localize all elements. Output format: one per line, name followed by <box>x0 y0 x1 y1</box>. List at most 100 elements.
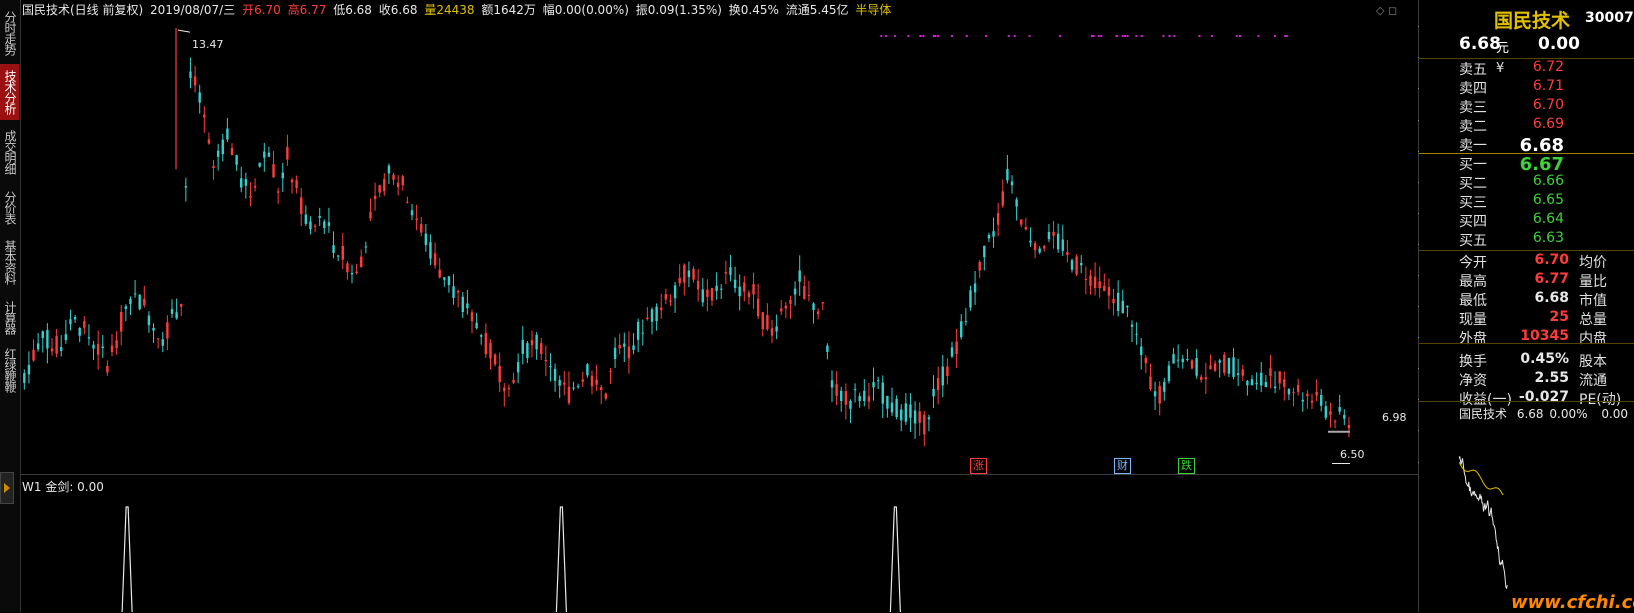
candle-body <box>775 326 778 332</box>
order-label: 卖三 <box>1459 100 1487 116</box>
candle-body <box>1329 411 1332 415</box>
candle-body <box>789 299 792 304</box>
candle-body <box>1227 358 1231 374</box>
candle-body <box>129 298 132 304</box>
candle-body <box>678 277 681 284</box>
candle-body <box>1310 400 1314 403</box>
candle-body <box>1056 233 1060 250</box>
candle-body <box>743 282 746 292</box>
candle-body <box>355 271 358 274</box>
pane-divider <box>20 474 1418 475</box>
candle-body <box>521 339 524 354</box>
candle-body <box>576 386 580 388</box>
candle-body <box>1200 376 1203 380</box>
order-price: 6.64 <box>1532 211 1564 227</box>
candle-body <box>1038 248 1041 253</box>
candle-body <box>826 345 829 352</box>
stat-label-2: 股本 <box>1579 354 1607 370</box>
candle-body <box>147 315 151 326</box>
stat-label-2: 量比 <box>1579 274 1607 290</box>
candle-body <box>1135 333 1138 335</box>
candle-body <box>1112 298 1115 304</box>
ask-row-5[interactable]: 卖五 6.72 <box>1419 59 1634 79</box>
tab-time-sharing[interactable]: 分时走势 <box>0 8 19 58</box>
candle-body <box>886 395 889 409</box>
current-price: 6.68 <box>1459 34 1501 54</box>
candle-body <box>683 264 686 283</box>
bid-row-4[interactable]: 买四 6.64 <box>1419 211 1634 231</box>
candle-body <box>535 334 538 350</box>
bid-row-5[interactable]: 买五 6.63 <box>1419 230 1634 250</box>
candle-body <box>32 349 35 361</box>
tab-red-green[interactable]: 红绿鞭鞭 <box>0 344 19 396</box>
candle-body <box>240 178 243 188</box>
mini-intraday-chart[interactable] <box>1459 422 1634 612</box>
candle-body <box>216 150 220 157</box>
tab-price-table[interactable]: 分价表 <box>0 186 19 228</box>
stat-value: 25 <box>1549 309 1569 325</box>
candle-body <box>867 396 871 402</box>
candle-body <box>1121 300 1124 314</box>
signal-dot <box>933 35 936 37</box>
float-value: 流通5.45亿 <box>785 3 849 17</box>
candle-body <box>710 288 714 301</box>
candle-body <box>830 380 834 388</box>
window-controls[interactable]: ◇ ◻ <box>1376 4 1397 17</box>
candle-body <box>687 270 691 278</box>
tab-basic-info[interactable]: 基本资料 <box>0 236 19 288</box>
ask-row-1[interactable]: 卖一 6.68 <box>1419 135 1634 156</box>
candle-body <box>964 320 968 322</box>
candle-body <box>992 231 995 237</box>
signal-dot <box>1273 35 1276 37</box>
candle-body <box>1213 363 1217 371</box>
bid-row-1[interactable]: 买一 6.67 <box>1419 154 1634 175</box>
candle-body <box>567 386 571 404</box>
tab-trade-details[interactable]: 成交明细 <box>0 126 19 178</box>
ask-row-2[interactable]: 卖二 6.69 <box>1419 116 1634 136</box>
candle-body <box>701 289 704 303</box>
ask-row-3[interactable]: 卖三 6.70 <box>1419 97 1634 117</box>
bid-row-2[interactable]: 买二 6.66 <box>1419 173 1634 193</box>
marker-fall[interactable]: 跌 <box>1178 458 1195 474</box>
candle-body <box>900 409 903 421</box>
candle-body <box>978 261 981 271</box>
candle-body <box>563 382 566 385</box>
open-value: 开6.70 <box>242 3 281 17</box>
candle-body <box>803 285 806 299</box>
candle-body <box>193 76 197 86</box>
candle-body <box>586 364 589 376</box>
candle-body <box>1186 359 1189 361</box>
order-price: 6.69 <box>1532 116 1564 132</box>
candle-body <box>110 345 114 352</box>
candle-body <box>235 155 238 165</box>
candle-body <box>189 71 192 79</box>
candle-body <box>512 379 515 383</box>
collapse-arrow-icon[interactable] <box>0 472 14 504</box>
mini-pct: 0.00% <box>1549 407 1588 421</box>
candle-body <box>1093 276 1097 288</box>
candle-body <box>1241 369 1244 376</box>
candle-body <box>1209 365 1212 370</box>
ask-row-4[interactable]: 卖四 6.71 <box>1419 78 1634 98</box>
signal-dot <box>937 35 940 37</box>
indicator-chart[interactable] <box>20 476 1418 612</box>
candle-body <box>1264 381 1268 388</box>
candle-body <box>484 332 488 355</box>
signal-dot <box>1028 35 1031 37</box>
stat-value: 6.68 <box>1534 290 1569 306</box>
candle-body <box>64 334 68 341</box>
marker-finance[interactable]: 财 <box>1114 458 1131 474</box>
marker-rise[interactable]: 涨 <box>970 458 987 474</box>
candlestick-chart[interactable] <box>20 20 1418 474</box>
candle-body <box>1103 285 1106 291</box>
candle-body <box>267 152 271 157</box>
candle-body <box>660 307 663 311</box>
tab-technical-analysis[interactable]: 技术分析 <box>0 64 19 120</box>
bid-row-3[interactable]: 买三 6.65 <box>1419 192 1634 212</box>
order-label: 买三 <box>1459 195 1487 211</box>
tab-calculator[interactable]: 计算器 <box>0 296 19 338</box>
candle-body <box>406 201 409 203</box>
candle-body <box>752 284 755 295</box>
mini-price-line <box>1459 456 1508 590</box>
panel-divider-5 <box>1419 401 1634 402</box>
